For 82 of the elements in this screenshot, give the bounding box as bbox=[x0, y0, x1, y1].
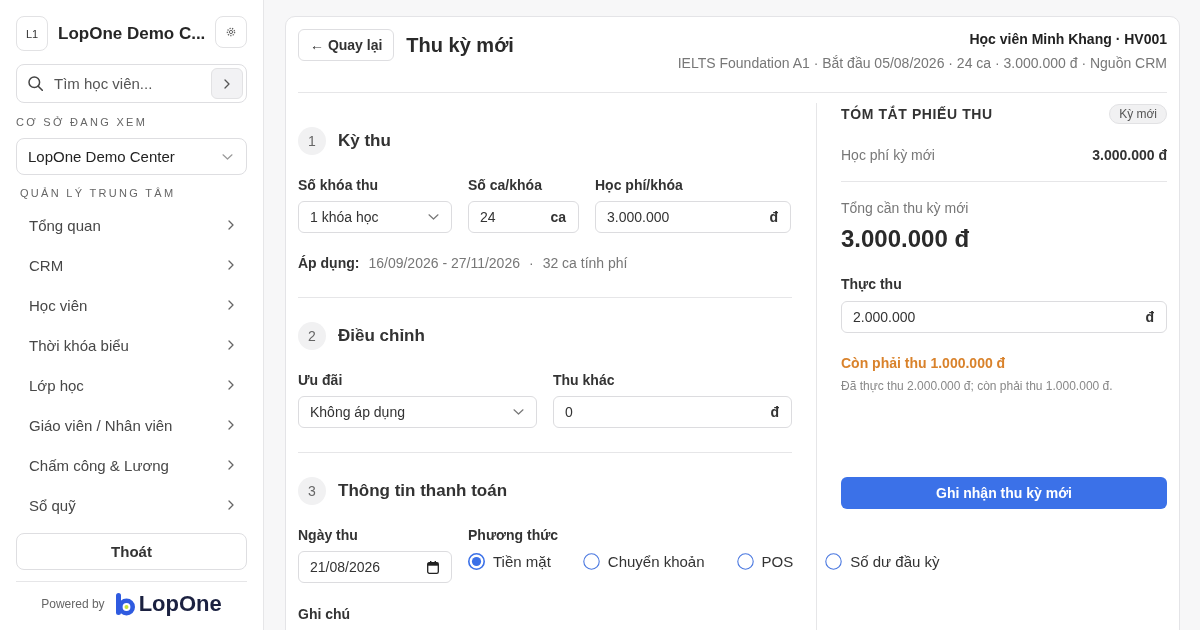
remaining-amount: Còn phải thu 1.000.000 đ bbox=[841, 354, 1007, 373]
chevron-down-icon bbox=[222, 153, 233, 160]
select-field[interactable]: 1 khóa học bbox=[298, 201, 452, 233]
summary-title: TÓM TẮT PHIẾU THU bbox=[841, 106, 993, 122]
chevron-right-icon bbox=[224, 78, 230, 89]
payment-note: Đã thực thu 2.000.000 đ; còn phải thu 1.000.000 đ. bbox=[841, 378, 1114, 394]
chevron-down-icon bbox=[513, 409, 524, 415]
settings-button[interactable] bbox=[215, 16, 247, 48]
search-icon bbox=[28, 76, 43, 91]
total-amount: 3.000.000 đ bbox=[841, 225, 971, 253]
student-name: Học viên Minh Khang · HV001 bbox=[968, 30, 1167, 49]
total-label: Tổng cần thu kỳ mới bbox=[841, 199, 970, 218]
field-label: Phương thức bbox=[468, 526, 560, 545]
search-go-button[interactable] bbox=[211, 68, 243, 99]
section-caption: CƠ SỞ ĐANG XEM bbox=[16, 115, 149, 129]
status-badge: Kỳ mới bbox=[1109, 104, 1167, 124]
billable-sessions: 32 ca tính phí bbox=[542, 254, 628, 273]
logo-icon bbox=[114, 592, 135, 616]
nav-item[interactable]: Giáo viên / Nhân viên bbox=[16, 405, 247, 445]
step-number: 3 bbox=[298, 477, 326, 505]
logo-badge: L1 bbox=[16, 16, 48, 51]
field-label: Thu khác bbox=[553, 371, 616, 390]
fee-label: Học phí kỳ mới bbox=[841, 146, 935, 165]
chevron-right-icon bbox=[228, 300, 234, 310]
nav-item[interactable]: Tổng quan bbox=[16, 205, 247, 245]
field-label: Ngày thu bbox=[298, 526, 359, 545]
course-details: IELTS Foundation A1 · Bắt đầu 05/08/2026 · 24 ca · 3.000.000 đ · Nguồn CRM bbox=[677, 54, 1167, 73]
branch-select[interactable]: LopOne Demo Center bbox=[16, 138, 247, 175]
applies-label: Áp dụng: bbox=[298, 254, 360, 273]
section-caption: QUẢN LÝ TRUNG TÂM bbox=[19, 186, 177, 200]
nav-item[interactable]: Chấm công & Lương bbox=[16, 445, 247, 485]
section-title: Kỳ thu bbox=[338, 131, 391, 151]
chevron-right-icon bbox=[228, 500, 234, 510]
submit-button[interactable]: Ghi nhận thu kỳ mới bbox=[841, 477, 1167, 509]
chevron-right-icon bbox=[228, 220, 234, 230]
logout-button[interactable]: Thoát bbox=[16, 533, 247, 570]
search-field[interactable]: Tìm học viên... bbox=[16, 64, 247, 103]
nav-item[interactable]: CRM bbox=[16, 245, 247, 285]
chevron-right-icon bbox=[228, 260, 234, 270]
step-number: 2 bbox=[298, 322, 326, 350]
chevron-right-icon bbox=[228, 460, 234, 470]
unit-label: đ bbox=[1145, 309, 1154, 325]
date-field[interactable]: 21/08/2026 bbox=[298, 551, 452, 583]
nav-item[interactable]: Sổ quỹ bbox=[16, 485, 247, 525]
step-number: 1 bbox=[298, 127, 326, 155]
nav-item[interactable]: Lớp học bbox=[16, 365, 247, 405]
powered-by-text: Powered by bbox=[41, 597, 105, 611]
field-label: Số ca/khóa bbox=[468, 176, 543, 195]
chevron-right-icon bbox=[228, 420, 234, 430]
field-label: Ưu đãi bbox=[298, 371, 344, 390]
field-label: Số khóa thu bbox=[298, 176, 380, 195]
unit-label: đ bbox=[770, 404, 779, 420]
settings-icon bbox=[226, 27, 236, 37]
brand-name: LopOne bbox=[138, 592, 222, 616]
page-title: Thu kỳ mới bbox=[406, 33, 514, 57]
nav-item[interactable]: Thời khóa biểu bbox=[16, 325, 247, 365]
radio-option[interactable]: POS bbox=[736, 552, 794, 570]
chevron-right-icon bbox=[228, 380, 234, 390]
dot-separator: · bbox=[528, 254, 534, 273]
field-label: Ghi chú bbox=[298, 605, 352, 624]
input-field[interactable]: 24 ca bbox=[468, 201, 579, 233]
date-range: 16/09/2026 - 27/11/2026 bbox=[368, 254, 520, 273]
field-label: Thực thu bbox=[841, 275, 903, 294]
chevron-down-icon bbox=[428, 214, 439, 220]
chevron-right-icon bbox=[228, 340, 234, 350]
amount-field[interactable]: 2.000.000 đ bbox=[841, 301, 1167, 333]
section-title: Điều chỉnh bbox=[338, 326, 425, 346]
sidebar-title: LopOne Demo C... bbox=[58, 23, 207, 45]
back-button[interactable]: ← Quay lại bbox=[298, 29, 395, 61]
select-field[interactable]: Không áp dụng bbox=[298, 396, 537, 428]
radio-option[interactable]: Chuyển khoản bbox=[582, 552, 705, 570]
field-label: Học phí/khóa bbox=[595, 176, 684, 195]
radio-option[interactable]: Tiền mặt bbox=[468, 552, 551, 570]
unit-label: đ bbox=[769, 209, 778, 225]
section-title: Thông tin thanh toán bbox=[338, 481, 507, 501]
fee-value: 3.000.000 đ bbox=[1092, 146, 1167, 165]
calendar-icon bbox=[427, 560, 439, 574]
input-field[interactable]: 3.000.000 đ bbox=[595, 201, 791, 233]
input-field[interactable]: 0 đ bbox=[553, 396, 792, 428]
nav-item[interactable]: Học viên bbox=[16, 285, 247, 325]
radio-option[interactable]: Số dư đầu kỳ bbox=[825, 552, 940, 570]
unit-label: ca bbox=[550, 209, 566, 225]
